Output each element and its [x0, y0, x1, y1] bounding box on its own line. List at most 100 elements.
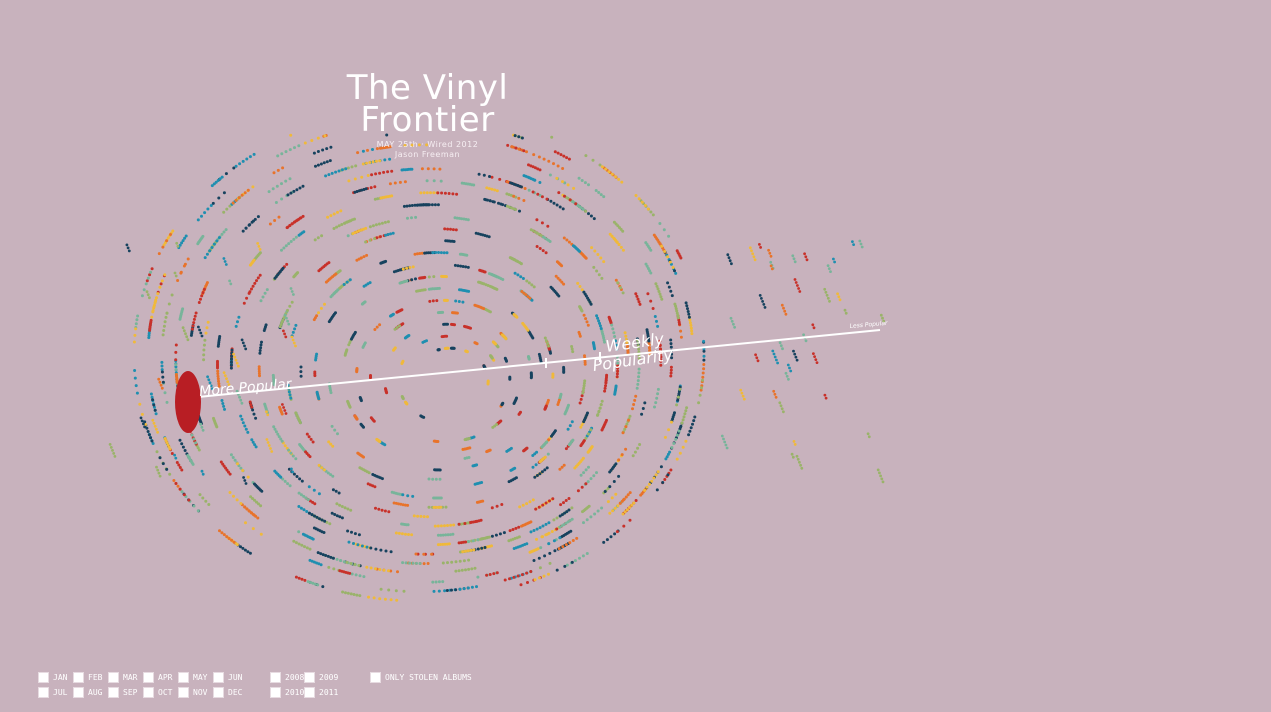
album-dot[interactable] [246, 475, 250, 479]
album-dot[interactable] [155, 450, 159, 454]
album-dot[interactable] [701, 371, 705, 375]
album-dot[interactable] [398, 268, 402, 272]
album-dot[interactable] [431, 477, 435, 481]
album-dot[interactable] [457, 541, 461, 545]
album-dot[interactable] [546, 452, 550, 456]
album-dot[interactable] [574, 202, 578, 206]
album-dot[interactable] [216, 359, 219, 363]
album-dot[interactable] [171, 229, 175, 233]
album-dot[interactable] [543, 468, 547, 472]
album-dot[interactable] [544, 522, 548, 526]
album-dot[interactable] [557, 547, 561, 551]
album-dot[interactable] [202, 358, 206, 362]
album-dot[interactable] [294, 541, 298, 545]
album-dot[interactable] [795, 358, 799, 362]
album-dot[interactable] [228, 491, 232, 494]
album-dot[interactable] [292, 189, 296, 193]
album-dot[interactable] [412, 514, 416, 518]
album-dot[interactable] [552, 518, 556, 522]
album-dot[interactable] [603, 386, 607, 390]
album-dot[interactable] [466, 549, 470, 553]
album-dot[interactable] [568, 198, 572, 202]
album-dot[interactable] [867, 435, 871, 439]
album-dot[interactable] [603, 490, 607, 493]
album-dot[interactable] [274, 201, 278, 204]
album-dot[interactable] [615, 530, 619, 534]
album-dot[interactable] [577, 176, 581, 180]
album-dot[interactable] [595, 471, 598, 475]
album-dot[interactable] [142, 422, 145, 426]
album-dot[interactable] [157, 471, 161, 475]
album-dot[interactable] [679, 329, 683, 333]
album-dot[interactable] [585, 552, 589, 555]
album-dot[interactable] [562, 370, 566, 374]
album-dot[interactable] [197, 325, 200, 329]
album-dot[interactable] [562, 282, 566, 286]
album-dot[interactable] [259, 299, 263, 303]
album-dot[interactable] [617, 458, 621, 462]
album-dot[interactable] [456, 264, 460, 268]
album-dot[interactable] [793, 260, 797, 264]
album-dot[interactable] [440, 191, 444, 195]
album-dot[interactable] [418, 562, 422, 565]
album-dot[interactable] [517, 412, 521, 416]
album-dot[interactable] [547, 159, 551, 163]
album-dot[interactable] [333, 428, 337, 432]
album-dot[interactable] [541, 524, 545, 528]
album-dot[interactable] [522, 449, 526, 453]
album-dot[interactable] [327, 440, 331, 444]
album-dot[interactable] [224, 263, 228, 266]
album-dot[interactable] [531, 454, 535, 457]
album-dot[interactable] [570, 345, 574, 348]
album-dot[interactable] [371, 160, 375, 164]
album-dot[interactable] [476, 538, 480, 542]
album-dot[interactable] [220, 399, 224, 402]
album-dot[interactable] [617, 243, 621, 246]
album-dot[interactable] [469, 521, 473, 524]
album-dot[interactable] [530, 283, 534, 287]
album-dot[interactable] [879, 313, 883, 317]
album-dot[interactable] [239, 545, 242, 549]
album-dot[interactable] [684, 301, 688, 305]
album-dot[interactable] [323, 302, 326, 306]
album-dot[interactable] [161, 380, 165, 384]
album-dot[interactable] [623, 427, 627, 431]
album-dot[interactable] [812, 352, 815, 355]
album-dot[interactable] [420, 167, 424, 171]
album-dot[interactable] [207, 378, 211, 382]
album-dot[interactable] [527, 281, 531, 285]
album-dot[interactable] [396, 570, 399, 574]
album-dot[interactable] [450, 560, 454, 564]
album-dot[interactable] [327, 565, 331, 569]
album-dot[interactable] [126, 246, 130, 250]
album-dot[interactable] [581, 510, 584, 514]
album-dot[interactable] [243, 191, 247, 195]
album-dot[interactable] [222, 230, 226, 234]
album-dot[interactable] [496, 345, 500, 349]
album-dot[interactable] [535, 527, 539, 531]
album-dot[interactable] [555, 527, 559, 531]
album-dot[interactable] [579, 397, 583, 401]
album-dot[interactable] [368, 161, 372, 164]
album-dot[interactable] [160, 360, 164, 364]
album-dot[interactable] [730, 319, 734, 323]
album-dot[interactable] [374, 159, 378, 163]
album-dot[interactable] [659, 465, 663, 469]
album-dot[interactable] [582, 313, 586, 317]
album-dot[interactable] [467, 289, 471, 293]
album-dot[interactable] [281, 403, 284, 406]
album-dot[interactable] [504, 337, 508, 341]
album-dot[interactable] [289, 191, 293, 195]
album-dot[interactable] [670, 446, 674, 449]
album-dot[interactable] [663, 435, 667, 439]
album-dot[interactable] [759, 246, 762, 249]
album-dot[interactable] [586, 323, 590, 327]
album-dot[interactable] [182, 493, 186, 497]
album-dot[interactable] [288, 304, 292, 308]
album-dot[interactable] [615, 375, 619, 379]
album-dot[interactable] [540, 470, 544, 474]
album-dot[interactable] [260, 340, 263, 344]
album-dot[interactable] [670, 420, 673, 424]
album-dot[interactable] [761, 300, 764, 303]
album-dot[interactable] [775, 358, 778, 362]
